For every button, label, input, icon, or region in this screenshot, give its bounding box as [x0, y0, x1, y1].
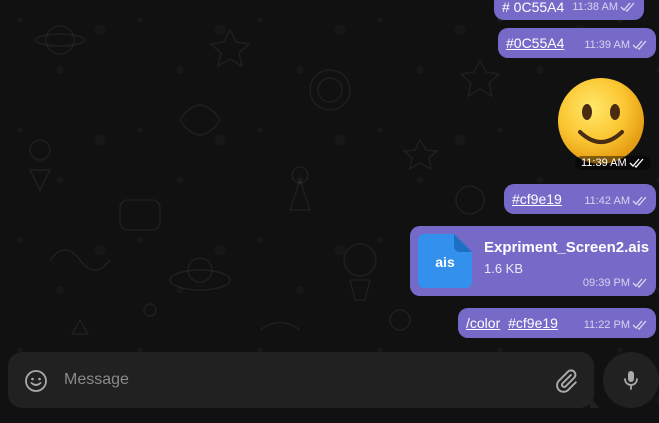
message-text[interactable]: # 0C55A4	[502, 0, 564, 16]
message-bubble[interactable]: # 0C55A4 11:38 AM	[494, 0, 644, 20]
message-meta: 11:42 AM	[584, 192, 648, 210]
message-time: 11:39 AM	[581, 157, 627, 169]
file-size: 1.6 KB	[484, 261, 524, 276]
message-meta: 09:39 PM	[583, 274, 648, 292]
message-bubble[interactable]: #0C55A4 11:39 AM	[498, 28, 656, 58]
double-check-icon	[632, 196, 647, 206]
file-name[interactable]: Expriment_Screen2.ais	[484, 239, 649, 257]
microphone-icon	[624, 371, 638, 390]
paperclip-icon[interactable]	[553, 368, 579, 394]
file-message-bubble[interactable]: ais Expriment_Screen2.ais 1.6 KB 09:39 P…	[410, 226, 656, 296]
message-meta: 11:39 AM	[584, 36, 648, 54]
command-link[interactable]: /color	[466, 315, 500, 331]
message-time: 11:22 PM	[583, 319, 630, 331]
message-time: 11:39 AM	[584, 39, 630, 51]
smile-icon[interactable]	[24, 369, 48, 393]
voice-message-button[interactable]	[603, 352, 659, 408]
hashtag-link[interactable]: #cf9e19	[508, 315, 558, 331]
composer-tail	[590, 392, 600, 408]
message-bubble[interactable]: /color #cf9e19 11:22 PM	[458, 308, 656, 338]
message-bubble[interactable]: #cf9e19 11:42 AM	[504, 184, 656, 214]
file-extension: ais	[435, 254, 455, 270]
hashtag-link[interactable]: #cf9e19	[512, 190, 562, 208]
message-meta: 11:22 PM	[584, 316, 648, 334]
message-time: 11:42 AM	[584, 195, 630, 207]
double-check-icon	[632, 320, 647, 330]
message-meta: 11:38 AM	[572, 0, 636, 16]
message-input[interactable]	[64, 366, 534, 394]
double-check-icon	[632, 40, 647, 50]
message-time: 11:38 AM	[572, 1, 618, 13]
hashtag-link[interactable]: #0C55A4	[506, 34, 564, 52]
double-check-icon	[620, 2, 635, 12]
double-check-icon	[629, 158, 644, 168]
message-time: 09:39 PM	[582, 277, 630, 289]
message-meta: 11:39 AM	[575, 156, 651, 170]
double-check-icon	[632, 278, 647, 288]
